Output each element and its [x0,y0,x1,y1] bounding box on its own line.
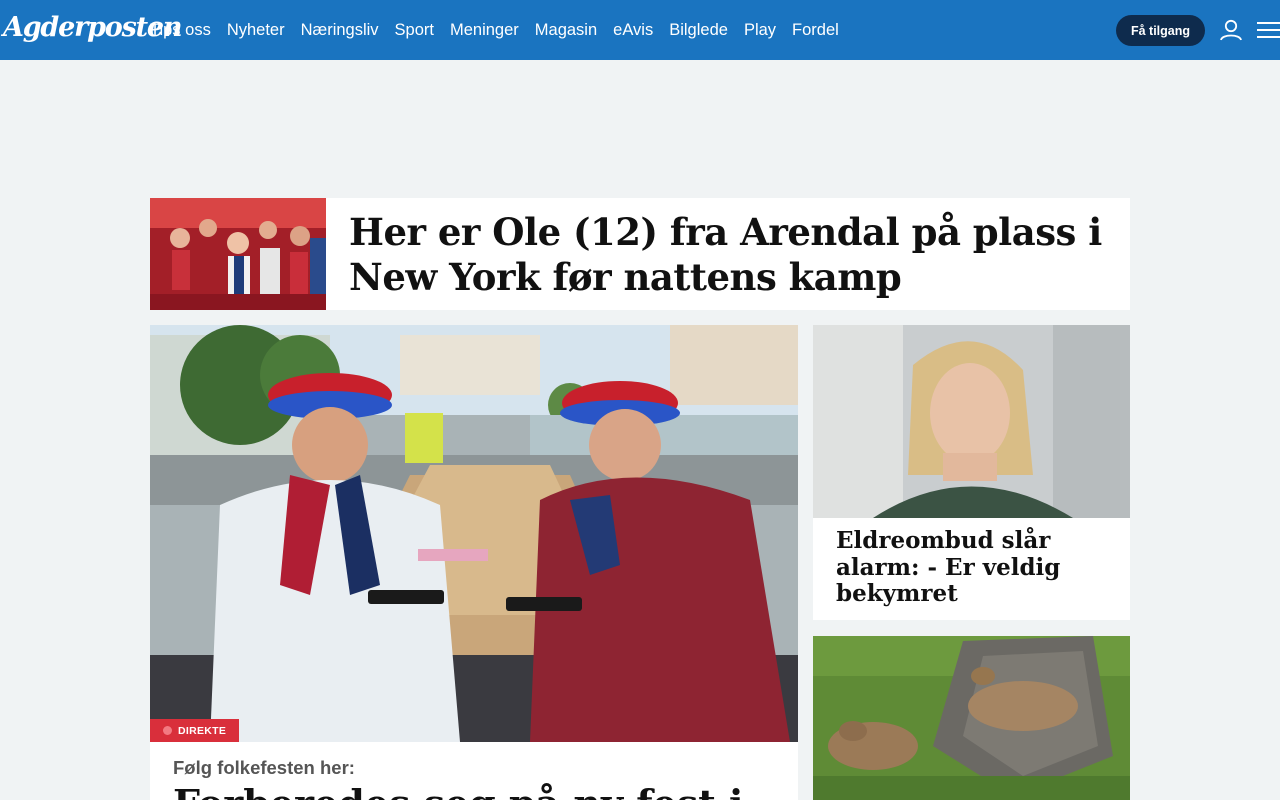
article-headline-side-1[interactable]: Eldreombud slår alarm: - Er veldig bekym… [836,527,1116,608]
article-image-woman-portrait [813,325,1130,518]
main-nav: Tips oss Nyheter Næringsliv Sport Mening… [150,19,839,41]
article-teaser-top[interactable]: Her er Ole (12) fra Arendal på plass i N… [150,198,1130,310]
article-teaser-side-1[interactable]: Eldreombud slår alarm: - Er veldig bekym… [813,325,1130,620]
live-badge: DIREKTE [150,719,239,742]
hamburger-menu-icon[interactable] [1256,18,1280,42]
nav-item-fordel[interactable]: Fordel [792,19,839,41]
article-headline-main[interactable]: Forberedes seg på ny fest i [173,781,773,800]
article-teaser-side-2[interactable] [813,636,1130,800]
nav-item-nyheter[interactable]: Nyheter [227,19,285,41]
nav-item-bilglede[interactable]: Bilglede [669,19,728,41]
live-badge-label: DIREKTE [178,724,227,737]
nav-item-sport[interactable]: Sport [395,19,434,41]
article-headline-top[interactable]: Her er Ole (12) fra Arendal på plass i N… [349,210,1109,300]
nav-item-naeringsliv[interactable]: Næringsliv [301,19,379,41]
nav-item-tips-oss[interactable]: Tips oss [150,19,211,41]
live-dot-icon [163,726,172,735]
article-image-dead-deer [813,636,1130,800]
article-kicker-main: Følg folkefesten her: [173,757,355,778]
article-teaser-main[interactable]: DIREKTE Følg folkefesten her: Forberedes… [150,325,798,800]
top-navigation-bar: Agderposten Tips oss Nyheter Næringsliv … [0,0,1280,60]
get-access-button[interactable]: Få tilgang [1116,15,1205,46]
user-icon[interactable] [1219,19,1243,41]
nav-item-meninger[interactable]: Meninger [450,19,519,41]
article-image-fans-crowd [150,198,326,310]
nav-item-play[interactable]: Play [744,19,776,41]
article-image-two-women-fans [150,325,798,742]
nav-item-eavis[interactable]: eAvis [613,19,653,41]
nav-item-magasin[interactable]: Magasin [535,19,597,41]
